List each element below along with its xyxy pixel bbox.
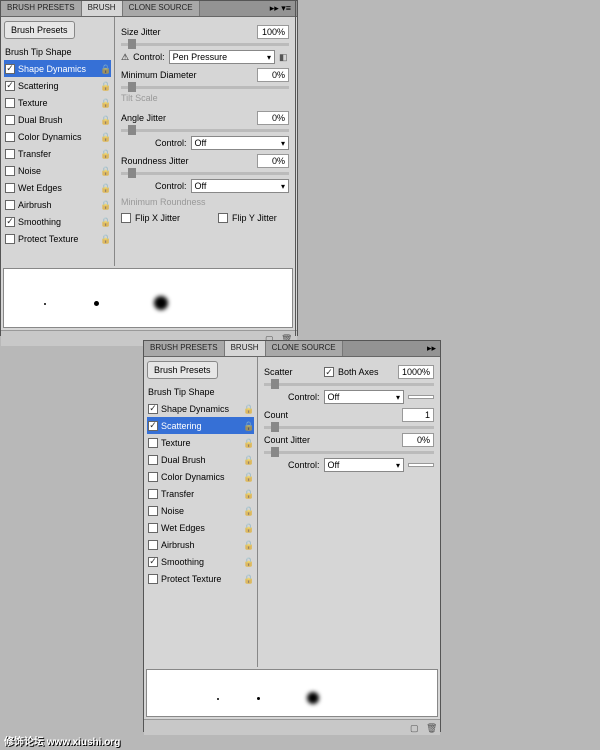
control-dropdown[interactable]: Pen Pressure	[169, 50, 275, 64]
tab-clone[interactable]: CLONE SOURCE	[123, 1, 200, 16]
panel-menu-icon[interactable]: ▸▸ ▾≡	[266, 1, 295, 16]
brush-panel-3: BRUSH PRESETS BRUSH CLONE SOURCE ▸▸ Brus…	[143, 340, 441, 732]
tab-presets[interactable]: BRUSH PRESETS	[1, 1, 82, 16]
brush-panel-2: BRUSH PRESETS BRUSH CLONE SOURCE ▸▸ ▾≡ B…	[0, 0, 296, 336]
brush-presets-button[interactable]: Brush Presets	[4, 21, 75, 39]
size-jitter-value[interactable]: 100%	[257, 25, 289, 39]
watermark: 修饰论坛 www.xiushi.org	[4, 733, 120, 748]
tab-brush[interactable]: BRUSH	[82, 1, 123, 16]
